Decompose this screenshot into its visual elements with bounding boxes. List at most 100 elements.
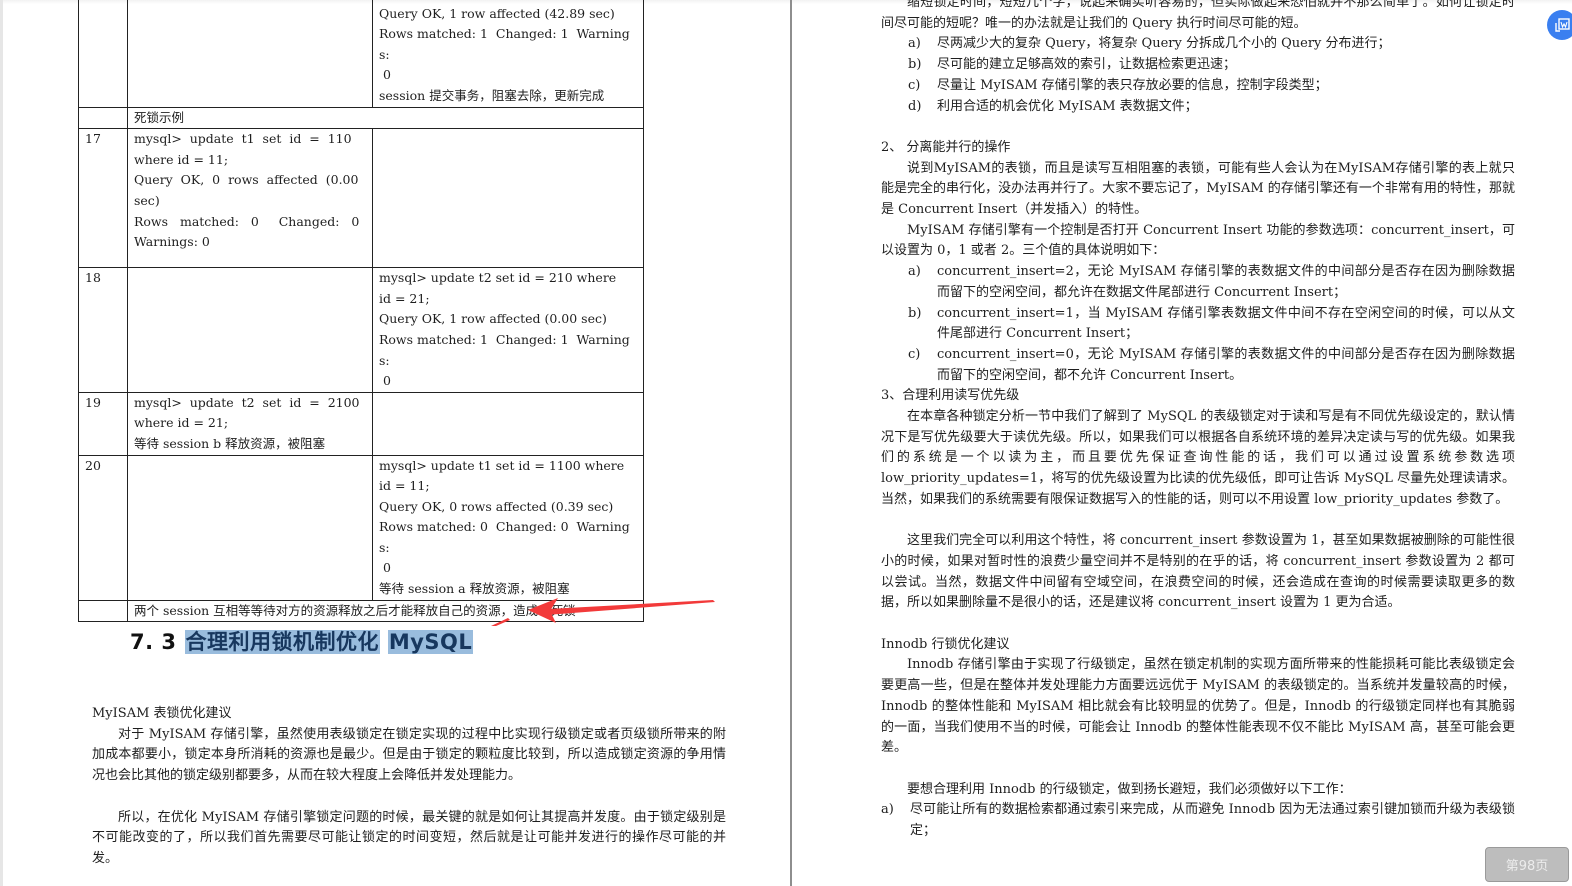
section-heading: 7. 3 合理利用锁机制优化 MySQL bbox=[130, 626, 474, 656]
paragraph: 所以，在优化 MyISAM 存储引擎锁定问题的时候，最关键的就是如何让其提高并发… bbox=[92, 809, 726, 866]
session-b-cell: mysql> update t1 set id = 1100 where id =… bbox=[372, 454, 644, 601]
table-row: 19 mysql> update t2 set id = 2100 where id… bbox=[78, 391, 644, 456]
left-text-block: MyISAM 表锁优化建议 对于 MyISAM 存储引擎，虽然使用表级锁定在锁定… bbox=[92, 704, 726, 870]
cell-text-line: mysql> update t1 set id = 110 bbox=[134, 131, 352, 147]
list-item: b) concurrent_insert=1，当 MyISAM 存储引擎表数据文件… bbox=[908, 304, 1515, 345]
page-number-indicator: 第98页 bbox=[1485, 847, 1569, 882]
list-text: 尽可能让所有的数据检索都通过索引来完成，从而避免 Innodb 因为无法通过索引… bbox=[910, 802, 1515, 839]
red-arrow-annotation bbox=[491, 598, 715, 626]
cell-text-line: 等待 session b 释放资源，被阻塞 bbox=[134, 435, 326, 451]
arrow-small-stroke bbox=[491, 618, 510, 626]
left-scroll-edge bbox=[0, 0, 3, 886]
section-title-suffix[interactable]: MySQL bbox=[387, 630, 474, 654]
arrow-shaft bbox=[530, 600, 715, 615]
step-number-cell: 19 bbox=[78, 391, 128, 456]
session-a-cell bbox=[127, 267, 373, 393]
paragraph: 对于 MyISAM 存储引擎，虽然使用表级锁定在锁定实现的过程中比实现行级锁定或… bbox=[92, 726, 726, 784]
list-concurrent-insert: a) concurrent_insert=2，无论 MyISAM 存储引擎的表数据… bbox=[881, 262, 1515, 386]
heading-3: 3、合理利用读写优先级 bbox=[881, 388, 1020, 404]
table-row: = 'bbbbb' where a = 1 and b = 'b1';Query… bbox=[78, 0, 644, 108]
cell-text-line: Query OK, 0 rows affected (0.00 bbox=[134, 172, 359, 188]
paragraph: 这里我们完全可以利用这个特性，将 concurrent_insert 参数设置为… bbox=[881, 533, 1515, 611]
session-a-cell: mysql> update t2 set id = 2100 where id =… bbox=[127, 391, 373, 456]
heading-innodb: Innodb 行锁优化建议 bbox=[881, 636, 1010, 652]
cell-text-line: where id = 21; bbox=[134, 415, 229, 431]
list-marker: b) bbox=[908, 57, 922, 73]
section-title[interactable]: 合理利用锁机制优化 bbox=[184, 630, 381, 654]
list-text: 尽两减少大的复杂 Query，将复杂 Query 分拆成几个小的 Query 分… bbox=[937, 36, 1391, 52]
list-marker: b) bbox=[908, 305, 922, 321]
session-a-cell: mysql> update t1 set id = 110 where id = … bbox=[127, 128, 373, 269]
cell-text-line: Query OK, 0 rows affected (0.39 sec) bbox=[379, 498, 614, 514]
table-row: 18 mysql> update t2 set id = 210 where id … bbox=[78, 267, 644, 393]
table-row: 死锁示例 bbox=[78, 106, 644, 130]
cell-text-line: 0 bbox=[379, 373, 391, 389]
paragraph: MyISAM 存储引擎有一个控制是否打开 Concurrent Insert 功… bbox=[881, 222, 1515, 259]
right-text-block: 缩短锁定时间，短短几个字，说起来确实听容易的，但实际做起来恐怕就并不那么简单了。… bbox=[881, 0, 1515, 842]
cell-text-line: 0 bbox=[379, 560, 391, 576]
cell-text-line: sec) bbox=[134, 192, 160, 208]
session-b-cell bbox=[372, 128, 644, 269]
cell-text-line: mysql> update t2 set id = 210 where bbox=[379, 270, 617, 286]
document-viewer: = 'bbbbb' where a = 1 and b = 'b1';Query… bbox=[0, 0, 1572, 886]
list-text: 尽可能的建立足够高效的索引，让数据检索更迅速； bbox=[937, 57, 1237, 73]
paragraph: Innodb 存储引擎由于实现了行级锁定，虽然在锁定机制的实现方面所带来的性能损… bbox=[881, 657, 1515, 756]
list-marker: d) bbox=[908, 98, 922, 114]
list-item: a) concurrent_insert=2，无论 MyISAM 存储引擎的表数据… bbox=[908, 262, 1515, 303]
cell-text-line: id = 21; bbox=[379, 290, 430, 306]
step-number-cell bbox=[78, 599, 128, 623]
session-a-cell bbox=[127, 454, 373, 601]
list-marker: a) bbox=[908, 264, 921, 280]
session-b-cell: mysql> update t2 set id = 210 where id = … bbox=[372, 267, 644, 393]
table-row: 20 mysql> update t1 set id = 1100 where id… bbox=[78, 454, 644, 601]
list-text: concurrent_insert=0，无论 MyISAM 存储引擎的表数据文件… bbox=[937, 346, 1515, 383]
cell-text-line: Rows matched: 0 Changed: 0 Warnings: bbox=[379, 519, 630, 555]
paragraph: 缩短锁定时间，短短几个字，说起来确实听容易的，但实际做起来恐怕就并不那么简单了。… bbox=[881, 0, 1515, 31]
cell-text-line: 0 bbox=[379, 67, 391, 83]
step-number-cell: 20 bbox=[78, 454, 128, 601]
list-marker: a) bbox=[881, 802, 894, 818]
list-marker: c) bbox=[908, 346, 921, 362]
paragraph: 要想合理利用 Innodb 的行级锁定，做到扬长避短，我们必须做好以下工作： bbox=[907, 781, 1352, 797]
session-b-cell bbox=[372, 391, 644, 456]
paragraph: 说到MyISAM的表锁，而且是读写互相阻塞的表锁，可能有些人会认为在MyISAM… bbox=[881, 160, 1515, 218]
list-query-tips: a) 尽两减少大的复杂 Query，将复杂 Query 分拆成几个小的 Query… bbox=[881, 34, 1515, 117]
subtitle-myisam: MyISAM 表锁优化建议 bbox=[92, 706, 232, 721]
cell-text-line: where id = 11; bbox=[134, 151, 229, 167]
list-item: d) 利用合适的机会优化 MyISAM 表数据文件； bbox=[908, 97, 1515, 118]
list-text: concurrent_insert=1，当 MyISAM 存储引擎表数据文件中间… bbox=[937, 305, 1515, 342]
cell-text-line: Query OK, 1 row affected (42.89 sec) bbox=[379, 5, 615, 21]
convert-doc-icon bbox=[1555, 18, 1570, 32]
list-marker: a) bbox=[908, 36, 921, 52]
list-item: c) concurrent_insert=0，无论 MyISAM 存储引擎的表数据… bbox=[908, 345, 1515, 386]
cell-text-line: Warnings: 0 bbox=[134, 234, 210, 250]
table-row: 17 mysql> update t1 set id = 110 where id … bbox=[78, 128, 644, 269]
cell-text-line: session 提交事务，阻塞去除，更新完成 bbox=[379, 87, 605, 103]
cell-text-line: mysql> update t1 set id = 1100 where bbox=[379, 457, 625, 473]
cell-text-line: Query OK, 1 row affected (0.00 sec) bbox=[379, 311, 607, 327]
list-item: a) 尽可能让所有的数据检索都通过索引来完成，从而避免 Innodb 因为无法通过… bbox=[881, 800, 1515, 841]
convert-to-word-button[interactable] bbox=[1547, 10, 1572, 40]
step-number-cell: 17 bbox=[78, 128, 128, 269]
heading-2: 2、 分离能并行的操作 bbox=[881, 139, 1011, 155]
cell-text-line: Rows matched: 1 Changed: 1 Warnings: bbox=[379, 26, 630, 62]
note-cell: 死锁示例 bbox=[127, 106, 644, 130]
cell-text-line: Rows matched: 0 Changed: 0 bbox=[134, 213, 360, 229]
list-item: a) 尽两减少大的复杂 Query，将复杂 Query 分拆成几个小的 Query… bbox=[908, 34, 1515, 55]
cell-text-line: mysql> update t2 set id = 2100 bbox=[134, 394, 360, 410]
list-marker: c) bbox=[908, 77, 921, 93]
paragraph: 在本章各种锁定分析一节中我们了解到了 MySQL 的表级锁定对于读和写是有不同优… bbox=[881, 409, 1515, 507]
page-divider bbox=[790, 0, 792, 886]
step-number-cell bbox=[78, 0, 128, 108]
list-item: c) 尽量让 MyISAM 存储引擎的表只存放必要的信息，控制字段类型； bbox=[908, 76, 1515, 97]
step-number-cell: 18 bbox=[78, 267, 128, 393]
list-text: 利用合适的机会优化 MyISAM 表数据文件； bbox=[937, 98, 1198, 114]
cell-text-line: id = 11; bbox=[379, 478, 430, 494]
list-text: concurrent_insert=2，无论 MyISAM 存储引擎的表数据文件… bbox=[937, 264, 1515, 300]
section-number: 7. 3 bbox=[130, 630, 177, 654]
deadlock-table: = 'bbbbb' where a = 1 and b = 'b1';Query… bbox=[78, 0, 644, 623]
list-item: b) 尽可能的建立足够高效的索引，让数据检索更迅速； bbox=[908, 55, 1515, 76]
list-innodb-tips: a) 尽可能让所有的数据检索都通过索引来完成，从而避免 Innodb 因为无法通过… bbox=[881, 800, 1515, 841]
session-a-cell bbox=[127, 0, 373, 108]
list-text: 尽量让 MyISAM 存储引擎的表只存放必要的信息，控制字段类型； bbox=[937, 77, 1328, 93]
